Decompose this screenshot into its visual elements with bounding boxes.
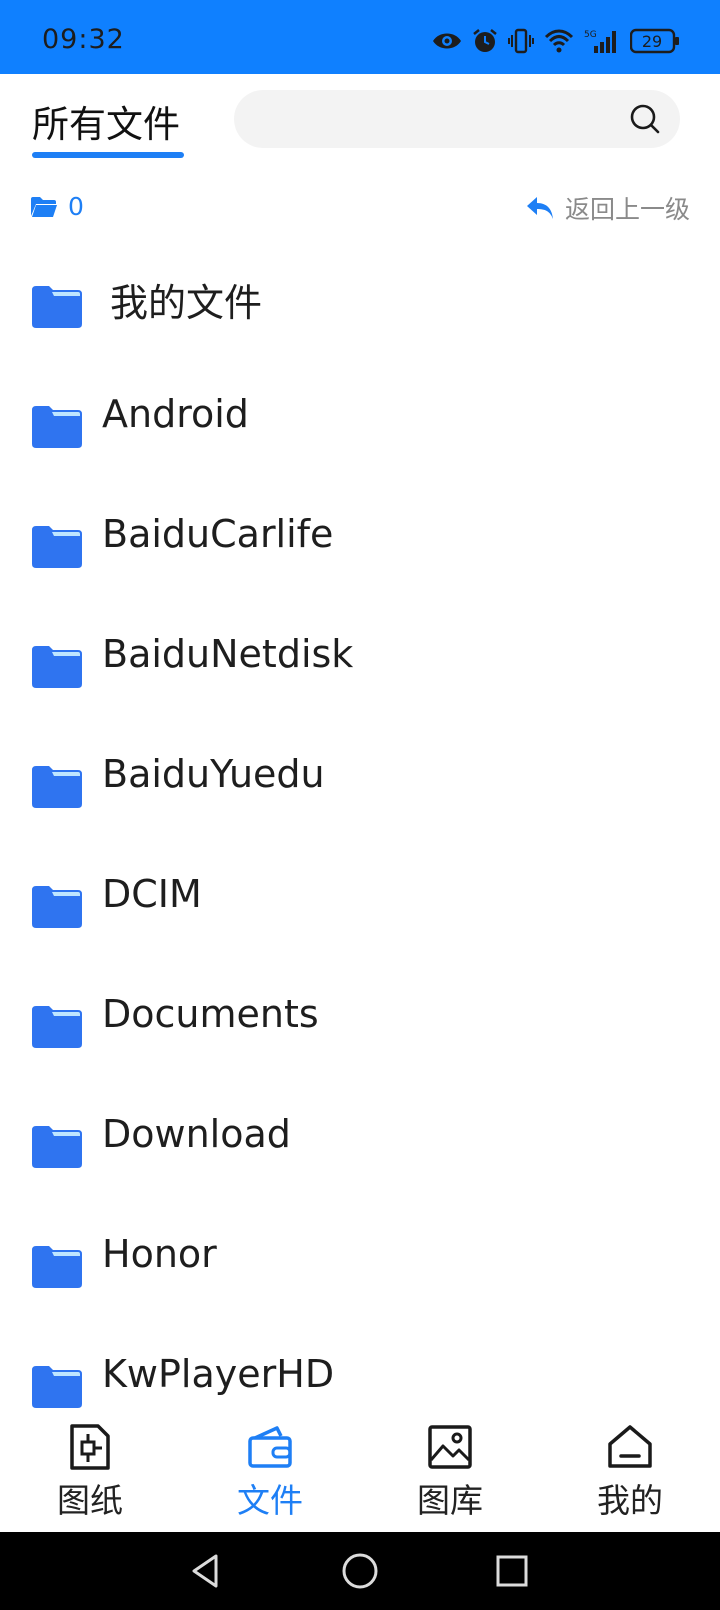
system-nav-bar	[0, 1532, 720, 1610]
path-bar: 0 返回上一级	[0, 184, 720, 234]
tab-underline	[32, 152, 184, 158]
file-list: 我的文件 Android BaiduCarlife BaiduNetdisk B…	[0, 238, 720, 1418]
eye-icon	[433, 33, 461, 49]
folder-icon	[32, 646, 82, 688]
list-item[interactable]: 我的文件	[0, 238, 720, 358]
home-icon	[608, 1425, 652, 1468]
folder-icon	[32, 526, 82, 568]
folder-icon	[32, 1006, 82, 1048]
file-name: 我的文件	[110, 281, 263, 325]
recents-icon[interactable]	[495, 1554, 529, 1588]
list-item[interactable]: Honor	[0, 1198, 720, 1318]
folder-count: 0	[30, 192, 84, 221]
search-input[interactable]	[234, 90, 680, 148]
drawing-icon	[70, 1424, 110, 1470]
back-up-button[interactable]: 返回上一级	[525, 190, 690, 226]
file-name: KwPlayerHD	[102, 1352, 335, 1396]
folder-icon	[32, 1126, 82, 1168]
file-name: BaiduCarlife	[102, 512, 334, 556]
nav-item-gallery[interactable]: 图库	[370, 1424, 530, 1522]
folder-icon	[32, 286, 82, 328]
folder-icon	[32, 1246, 82, 1288]
home-circle-icon[interactable]	[341, 1552, 379, 1590]
file-name: Android	[102, 392, 249, 436]
back-up-label: 返回上一级	[564, 195, 690, 224]
search-icon[interactable]	[628, 102, 662, 136]
header: 所有文件	[0, 74, 720, 170]
battery-icon: 29	[630, 28, 679, 54]
folder-icon	[32, 886, 82, 928]
bottom-nav: 图纸 文件 图库 我的	[0, 1418, 720, 1532]
alarm-icon	[473, 29, 497, 52]
wallet-icon	[248, 1426, 292, 1468]
status-icons: 5G 29	[432, 24, 680, 58]
wifi-icon	[544, 29, 574, 53]
file-name: BaiduNetdisk	[102, 632, 354, 676]
nav-item-drawings[interactable]: 图纸	[10, 1424, 170, 1522]
folder-icon	[32, 406, 82, 448]
list-item[interactable]: Download	[0, 1078, 720, 1198]
gallery-icon	[428, 1425, 472, 1469]
nav-item-mine[interactable]: 我的	[550, 1424, 710, 1522]
svg-text:5G: 5G	[584, 30, 597, 40]
file-name: Download	[102, 1112, 291, 1156]
nav-item-files[interactable]: 文件	[190, 1424, 350, 1522]
svg-text:29: 29	[642, 32, 662, 51]
folder-icon	[32, 766, 82, 808]
back-icon[interactable]	[188, 1552, 222, 1590]
status-bar: 09:32 5G 29	[0, 0, 720, 74]
nav-label: 图库	[417, 1481, 483, 1520]
file-name: BaiduYuedu	[102, 752, 325, 796]
list-item[interactable]: Android	[0, 358, 720, 478]
status-time: 09:32	[42, 24, 125, 55]
vibrate-icon	[508, 28, 534, 54]
list-item[interactable]: BaiduYuedu	[0, 718, 720, 838]
list-item[interactable]: Documents	[0, 958, 720, 1078]
list-item[interactable]: KwPlayerHD	[0, 1318, 720, 1418]
list-item[interactable]: DCIM	[0, 838, 720, 958]
folder-open-icon	[31, 196, 57, 217]
tab-all-files[interactable]: 所有文件	[32, 94, 180, 148]
folder-icon	[32, 1366, 82, 1408]
nav-label: 我的	[597, 1481, 663, 1520]
folder-count-value: 0	[68, 192, 84, 221]
file-name: Documents	[102, 992, 319, 1036]
file-name: DCIM	[102, 872, 202, 916]
nav-label: 图纸	[57, 1481, 123, 1520]
nav-label: 文件	[237, 1481, 303, 1520]
list-item[interactable]: BaiduCarlife	[0, 478, 720, 598]
reply-arrow-icon	[526, 197, 553, 219]
list-item[interactable]: BaiduNetdisk	[0, 598, 720, 718]
file-name: Honor	[102, 1232, 217, 1276]
signal-icon: 5G	[584, 30, 616, 53]
